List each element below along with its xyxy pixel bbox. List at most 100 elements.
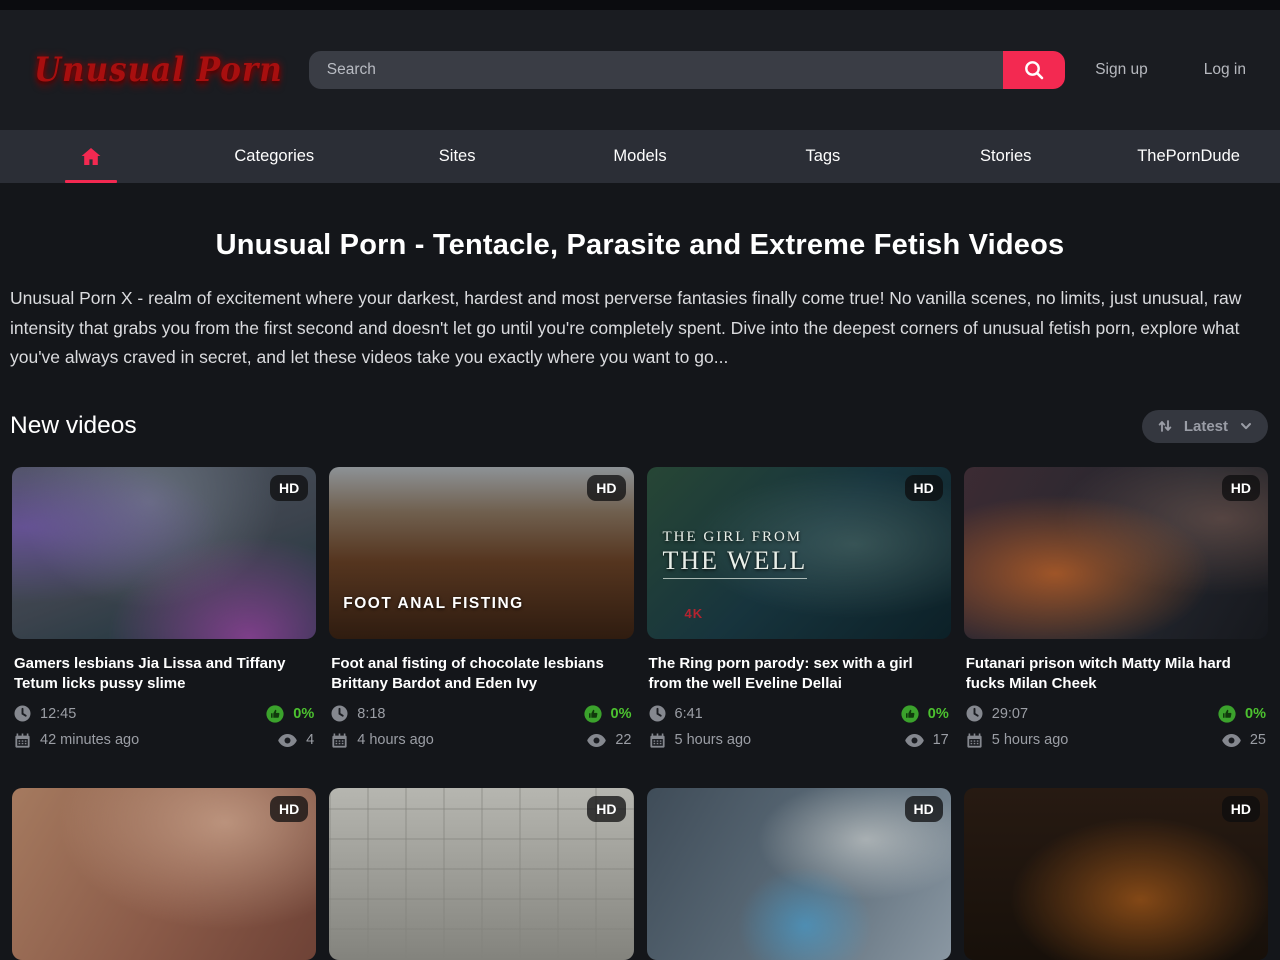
hd-badge: HD xyxy=(587,475,625,501)
video-grid: HD Gamers lesbians Jia Lissa and Tiffany… xyxy=(12,467,1268,960)
rating-stat: 0% xyxy=(266,705,314,723)
video-stats-row: 42 minutes ago 4 xyxy=(14,732,314,749)
rating-stat: 0% xyxy=(1218,705,1266,723)
nav-item-tags[interactable]: Tags xyxy=(731,130,914,183)
upload-date-stat: 5 hours ago xyxy=(649,732,752,749)
views-value: 4 xyxy=(306,732,314,748)
search-bar xyxy=(309,51,1065,89)
search-input[interactable] xyxy=(309,51,1003,89)
video-title[interactable]: Gamers lesbians Jia Lissa and Tiffany Te… xyxy=(14,654,314,694)
page-title: Unusual Porn - Tentacle, Parasite and Ex… xyxy=(0,229,1280,262)
signup-link[interactable]: Sign up xyxy=(1095,61,1148,79)
views-value: 22 xyxy=(615,732,631,748)
nav-item-theporndude[interactable]: ThePornDude xyxy=(1097,130,1280,183)
video-thumbnail[interactable]: HD xyxy=(329,788,633,960)
main-nav: Categories Sites Models Tags Stories The… xyxy=(0,130,1280,183)
poster-4k-badge: 4K xyxy=(685,606,704,621)
upload-date-stat: 42 minutes ago xyxy=(14,732,139,749)
search-button[interactable] xyxy=(1003,51,1065,89)
video-card[interactable]: HD Gamers lesbians Jia Lissa and Tiffany… xyxy=(12,467,316,758)
rating-value: 0% xyxy=(1245,706,1266,722)
hd-badge: HD xyxy=(905,796,943,822)
clock-icon xyxy=(14,705,31,722)
video-stats-row: 6:41 0% xyxy=(649,705,949,723)
hd-badge: HD xyxy=(1222,475,1260,501)
duration-stat: 6:41 xyxy=(649,705,703,722)
duration-value: 29:07 xyxy=(992,706,1028,722)
top-strip xyxy=(0,0,1280,10)
video-title[interactable]: Foot anal fisting of chocolate lesbians … xyxy=(331,654,631,694)
nav-item-sites[interactable]: Sites xyxy=(366,130,549,183)
upload-date-value: 5 hours ago xyxy=(675,732,752,748)
upload-date-value: 42 minutes ago xyxy=(40,732,139,748)
thumbs-up-icon xyxy=(266,705,284,723)
video-thumbnail[interactable]: HD xyxy=(964,467,1268,639)
video-stats-row: 12:45 0% xyxy=(14,705,314,723)
duration-value: 8:18 xyxy=(357,706,385,722)
login-link[interactable]: Log in xyxy=(1204,61,1246,79)
hd-badge: HD xyxy=(905,475,943,501)
video-card[interactable]: HD xyxy=(964,788,1268,960)
video-card[interactable]: HD THE GIRL FROM THE WELL 4K The Ring po… xyxy=(647,467,951,758)
clock-icon xyxy=(966,705,983,722)
sort-dropdown[interactable]: Latest xyxy=(1142,410,1268,443)
sort-arrows-icon xyxy=(1157,418,1173,434)
eye-icon xyxy=(905,734,924,747)
video-title[interactable]: Futanari prison witch Matty Mila hard fu… xyxy=(966,654,1266,694)
video-thumbnail[interactable]: HD xyxy=(12,467,316,639)
video-stats-row: 8:18 0% xyxy=(331,705,631,723)
eye-icon xyxy=(587,734,606,747)
video-stats-row: 5 hours ago 17 xyxy=(649,732,949,749)
upload-date-stat: 4 hours ago xyxy=(331,732,434,749)
rating-stat: 0% xyxy=(584,705,632,723)
clock-icon xyxy=(649,705,666,722)
poster-line1: THE GIRL FROM xyxy=(663,529,808,546)
views-stat: 25 xyxy=(1222,732,1266,748)
thumbnail-caption: FOOT ANAL FISTING xyxy=(343,595,524,613)
nav-item-models[interactable]: Models xyxy=(549,130,732,183)
section-header: New videos Latest xyxy=(10,410,1268,443)
home-icon xyxy=(79,145,103,169)
views-value: 17 xyxy=(933,732,949,748)
video-card[interactable]: HD Futanari prison witch Matty Mila hard… xyxy=(964,467,1268,758)
duration-value: 6:41 xyxy=(675,706,703,722)
views-stat: 22 xyxy=(587,732,631,748)
duration-value: 12:45 xyxy=(40,706,76,722)
active-nav-underline xyxy=(65,180,117,183)
chevron-down-icon xyxy=(1239,419,1253,433)
views-stat: 17 xyxy=(905,732,949,748)
video-thumbnail[interactable]: HD xyxy=(647,788,951,960)
upload-date-value: 4 hours ago xyxy=(357,732,434,748)
eye-icon xyxy=(278,734,297,747)
auth-links: Sign up Log in xyxy=(1095,61,1246,79)
clock-icon xyxy=(331,705,348,722)
upload-date-value: 5 hours ago xyxy=(992,732,1069,748)
video-title[interactable]: The Ring porn parody: sex with a girl fr… xyxy=(649,654,949,694)
poster-line2: THE WELL xyxy=(663,546,808,579)
video-card[interactable]: HD FOOT ANAL FISTING Foot anal fisting o… xyxy=(329,467,633,758)
nav-item-categories[interactable]: Categories xyxy=(183,130,366,183)
rating-value: 0% xyxy=(611,706,632,722)
video-stats-row: 5 hours ago 25 xyxy=(966,732,1266,749)
video-card[interactable]: HD xyxy=(647,788,951,960)
video-stats-row: 4 hours ago 22 xyxy=(331,732,631,749)
calendar-icon xyxy=(14,732,31,749)
video-card[interactable]: HD xyxy=(12,788,316,960)
video-thumbnail[interactable]: HD xyxy=(964,788,1268,960)
thumbnail-poster-title: THE GIRL FROM THE WELL xyxy=(663,529,808,579)
video-thumbnail[interactable]: HD THE GIRL FROM THE WELL 4K xyxy=(647,467,951,639)
nav-item-stories[interactable]: Stories xyxy=(914,130,1097,183)
site-logo[interactable]: Unusual Porn xyxy=(34,50,283,90)
thumbs-up-icon xyxy=(584,705,602,723)
page-description: Unusual Porn X - realm of excitement whe… xyxy=(10,284,1270,373)
hd-badge: HD xyxy=(587,796,625,822)
video-thumbnail[interactable]: HD FOOT ANAL FISTING xyxy=(329,467,633,639)
video-card[interactable]: HD xyxy=(329,788,633,960)
thumbs-up-icon xyxy=(901,705,919,723)
duration-stat: 29:07 xyxy=(966,705,1028,722)
video-thumbnail[interactable]: HD xyxy=(12,788,316,960)
nav-item-home[interactable] xyxy=(0,130,183,183)
upload-date-stat: 5 hours ago xyxy=(966,732,1069,749)
rating-stat: 0% xyxy=(901,705,949,723)
views-stat: 4 xyxy=(278,732,314,748)
